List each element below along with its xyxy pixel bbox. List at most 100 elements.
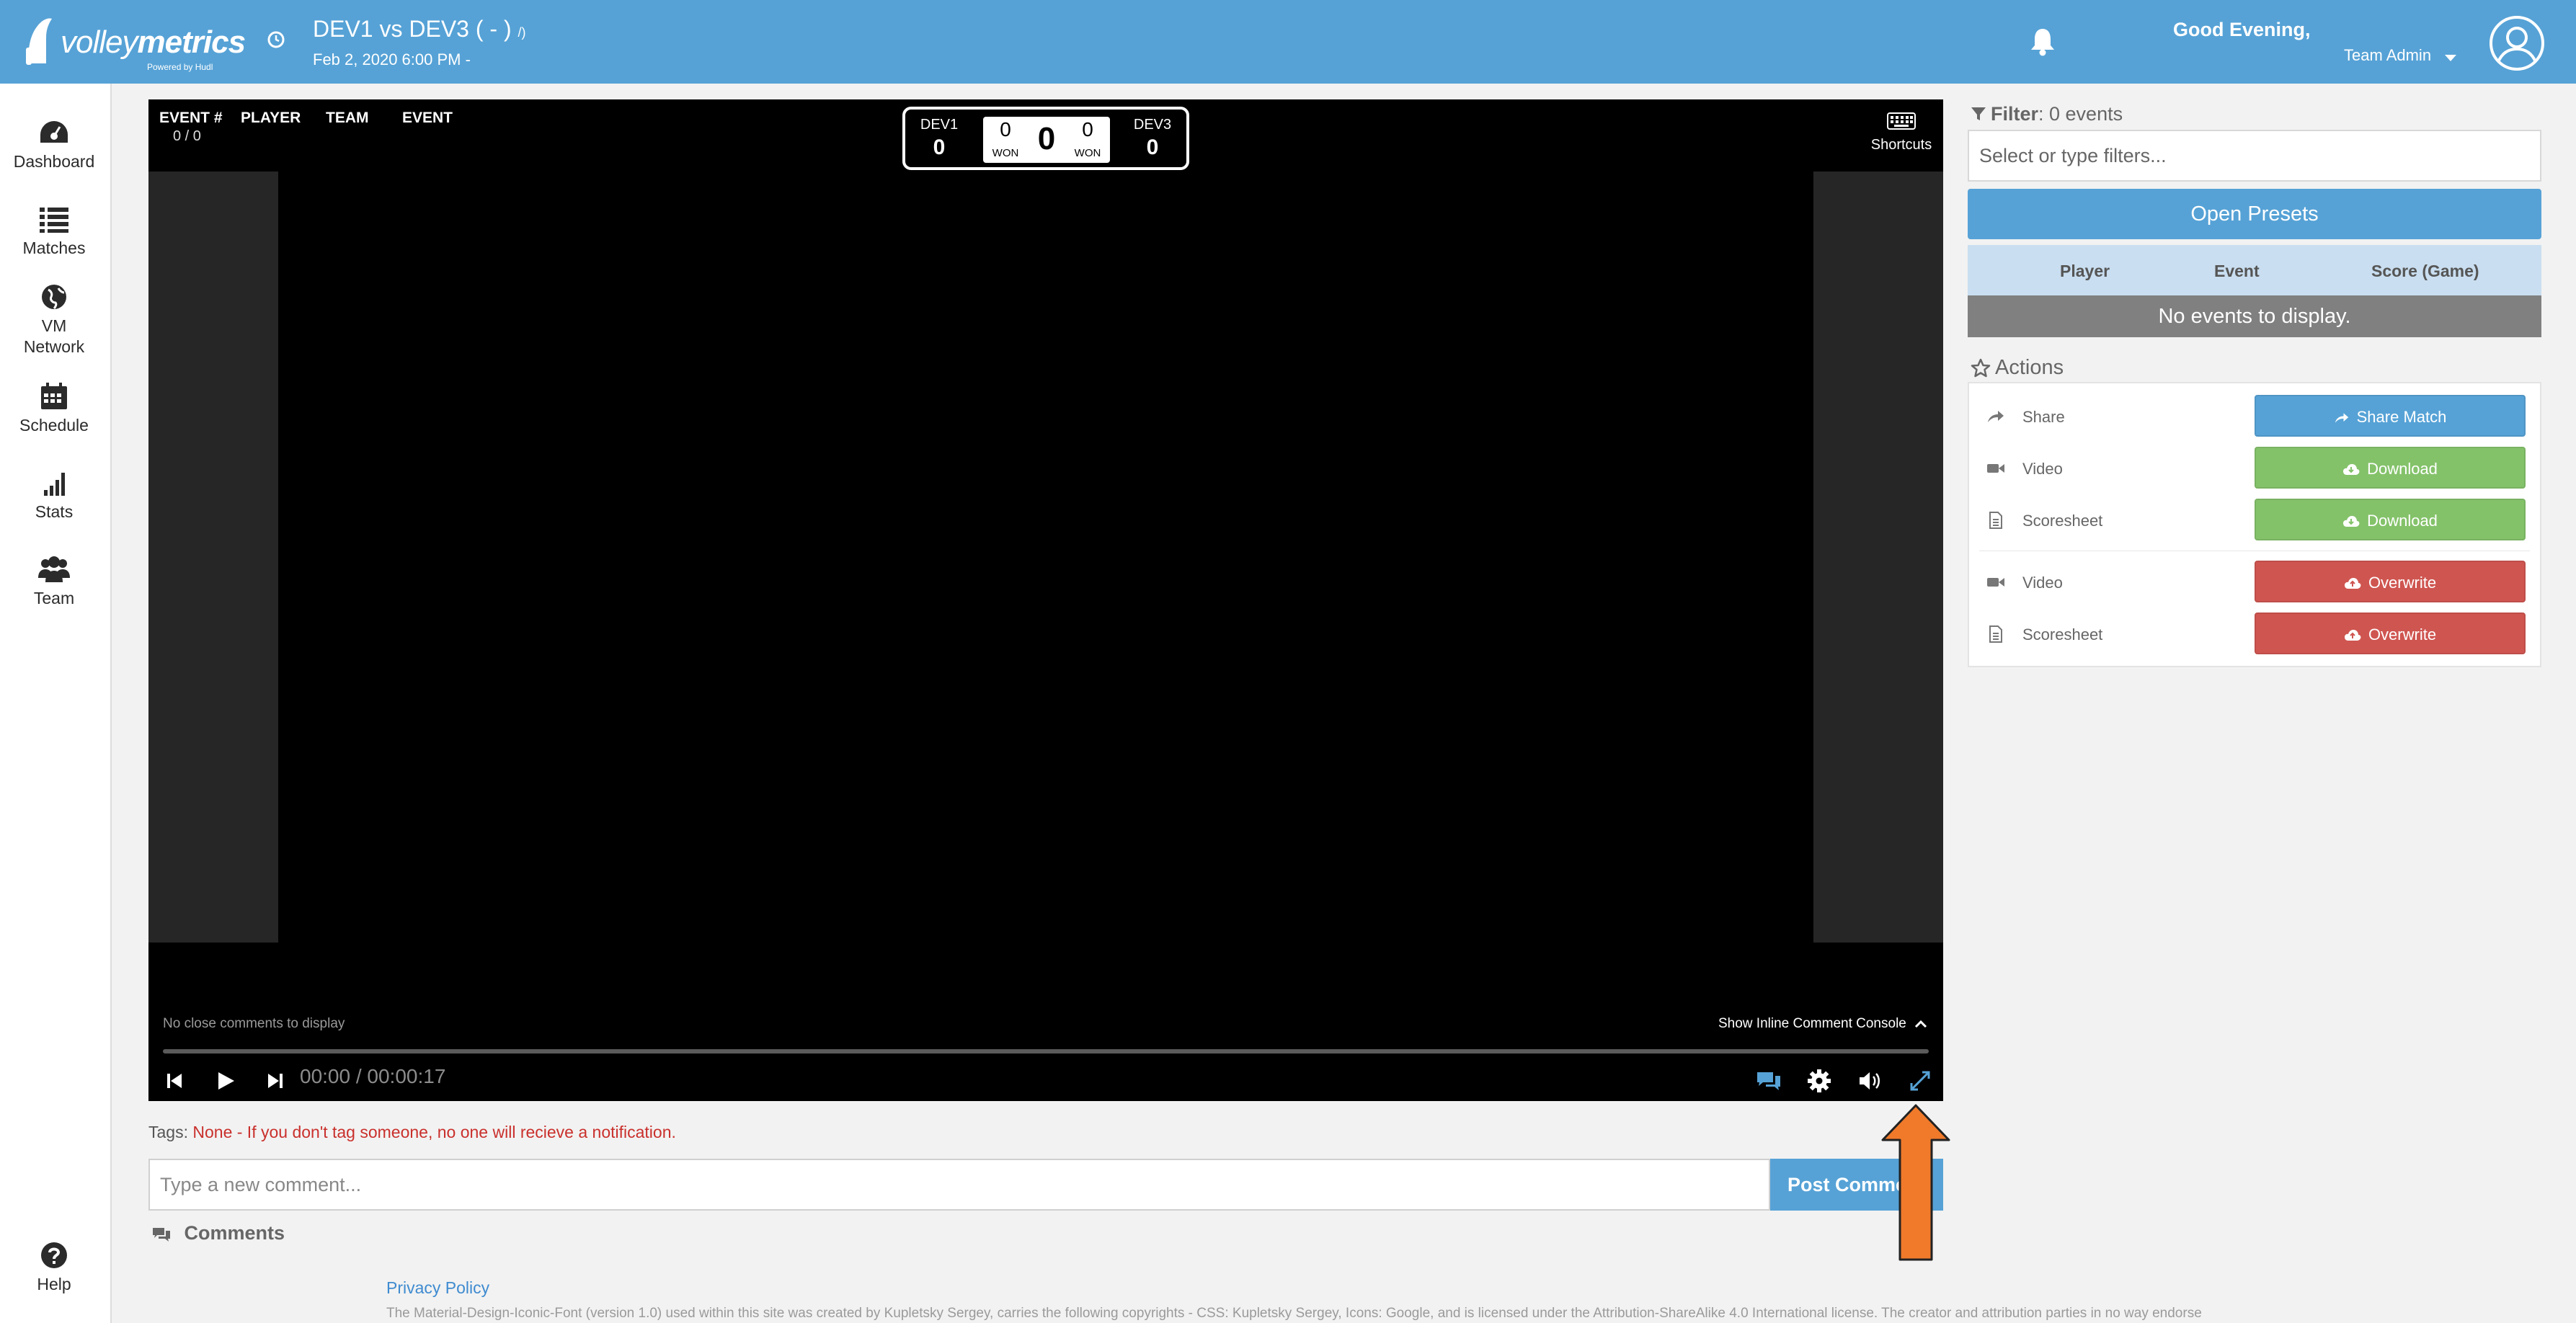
team-left-points: 0 <box>933 135 946 159</box>
sidebar-item-matches[interactable]: Matches <box>0 205 108 259</box>
share-icon <box>1988 411 2004 422</box>
match-title-mark: /) <box>518 25 526 40</box>
sidebar-item-label: Matches <box>22 239 86 257</box>
actions-label: Actions <box>1995 356 2064 379</box>
events-table-header: Player Event Score (Game) <box>1968 245 2541 295</box>
help-icon <box>41 1242 67 1268</box>
video-left-pane <box>148 172 278 943</box>
team-right-name: DEV3 <box>1133 117 1172 133</box>
sidebar-item-schedule[interactable]: Schedule <box>0 382 108 436</box>
match-title-text: DEV1 vs DEV3 ( - ) <box>313 16 512 42</box>
actions-title: Actions <box>1971 356 2064 380</box>
match-title: DEV1 vs DEV3 ( - ) /) <box>313 16 526 43</box>
globe-icon <box>42 285 66 310</box>
action-label: Video <box>2022 460 2063 478</box>
user-role-menu[interactable]: Team Admin <box>2344 46 2431 65</box>
header-player[interactable]: PLAYER <box>241 110 301 127</box>
dashboard-icon <box>40 121 68 143</box>
shortcuts-button[interactable]: Shortcuts <box>1865 112 1937 153</box>
comments-icon <box>153 1227 170 1242</box>
progress-bar[interactable] <box>163 1049 1929 1054</box>
signal-bars-icon <box>44 473 65 496</box>
header-team[interactable]: TEAM <box>326 110 369 127</box>
sidebar-item-help[interactable]: Help <box>0 1241 108 1295</box>
actions-panel: Share Share Match Video Download Scoresh… <box>1968 382 2541 667</box>
left-won-label: WON <box>992 147 1019 159</box>
button-label: Overwrite <box>2368 625 2437 643</box>
column-event[interactable]: Event <box>2214 262 2260 281</box>
button-label: Overwrite <box>2368 574 2437 592</box>
open-presets-button[interactable]: Open Presets <box>1968 189 2541 239</box>
action-row-scoresheet-overwrite: Scoresheet Overwrite <box>1969 612 2540 656</box>
volleymetrics-logo-mark-icon <box>26 18 52 65</box>
sidebar-item-stats[interactable]: Stats <box>0 468 108 522</box>
document-icon <box>1989 512 2002 529</box>
filter-label: Filter <box>1991 103 2039 125</box>
sidebar-item-team[interactable]: Team <box>0 555 108 609</box>
comment-input[interactable] <box>148 1159 1770 1211</box>
skip-back-icon[interactable] <box>159 1065 190 1097</box>
overwrite-video-button[interactable]: Overwrite <box>2255 561 2526 602</box>
video-player[interactable]: EVENT # PLAYER TEAM EVENT 0 / 0 DEV1 0 0… <box>148 99 1943 1101</box>
clock-icon[interactable] <box>267 30 285 49</box>
header-event-number[interactable]: EVENT # <box>159 110 223 127</box>
sidebar-item-dashboard[interactable]: Dashboard <box>0 118 108 172</box>
gear-icon[interactable] <box>1803 1065 1835 1097</box>
cloud-download-icon <box>2343 516 2360 527</box>
cloud-upload-icon <box>2344 630 2361 641</box>
column-score-game[interactable]: Score (Game) <box>2371 262 2479 281</box>
sidebar-item-vm-network[interactable]: VM Network <box>0 282 108 357</box>
brand-wordmark: volleymetrics <box>61 24 246 61</box>
event-counter: 0 / 0 <box>173 128 201 144</box>
team-right-points: 0 <box>1146 135 1159 159</box>
action-label: Share <box>2022 408 2065 426</box>
column-player[interactable]: Player <box>2060 262 2110 281</box>
video-camera-icon <box>1987 578 2004 587</box>
document-icon <box>1989 625 2002 643</box>
filter-icon <box>1971 107 1986 120</box>
bell-icon[interactable] <box>2029 26 2056 56</box>
inline-comment-console-toggle[interactable]: Show Inline Comment Console <box>1718 1016 1927 1032</box>
header-event[interactable]: EVENT <box>402 110 453 127</box>
group-icon <box>38 556 70 582</box>
volleymetrics-logo[interactable]: volleymetrics Powered by Hudl <box>25 10 246 72</box>
download-scoresheet-button[interactable]: Download <box>2255 499 2526 540</box>
filter-input[interactable] <box>1968 130 2541 182</box>
greeting: Good Evening, <box>2173 19 2311 40</box>
comments-header: Comments <box>151 1222 285 1244</box>
privacy-policy-link[interactable]: Privacy Policy <box>386 1278 489 1298</box>
copyright-notice: The Material-Design-Iconic-Font (version… <box>386 1306 2202 1321</box>
action-row-video-download: Video Download <box>1969 447 2540 490</box>
comments-title: Comments <box>184 1222 285 1244</box>
cloud-upload-icon <box>2344 578 2361 589</box>
action-label: Scoresheet <box>2022 512 2103 530</box>
comments-icon[interactable] <box>1753 1065 1785 1097</box>
inline-console-label: Show Inline Comment Console <box>1718 1016 1906 1031</box>
tags-label: Tags: <box>148 1123 188 1141</box>
user-avatar-icon[interactable] <box>2488 14 2546 72</box>
sidebar-item-label: VM Network <box>23 316 85 356</box>
tags-line: Tags: None - If you don't tag someone, n… <box>148 1123 676 1142</box>
play-icon[interactable] <box>209 1065 241 1097</box>
chevron-down-icon[interactable] <box>2445 55 2456 61</box>
right-sets-won: 0 <box>1082 118 1093 141</box>
video-right-pane <box>1813 172 1943 943</box>
volume-icon[interactable] <box>1854 1065 1886 1097</box>
overwrite-scoresheet-button[interactable]: Overwrite <box>2255 612 2526 654</box>
brand-prefix: volley <box>61 24 138 60</box>
download-video-button[interactable]: Download <box>2255 447 2526 489</box>
sidebar-item-label: Schedule <box>19 416 89 435</box>
fullscreen-icon[interactable] <box>1904 1065 1936 1097</box>
annotation-arrow-icon <box>1881 1104 1950 1261</box>
share-match-button[interactable]: Share Match <box>2255 395 2526 437</box>
events-empty-message: No events to display. <box>1968 295 2541 337</box>
scoreboard: DEV1 0 0 WON 0 0 WON DEV3 0 <box>902 107 1189 170</box>
tags-warning[interactable]: None - If you don't tag someone, no one … <box>192 1123 676 1141</box>
button-label: Download <box>2367 512 2438 530</box>
close-comments-text: No close comments to display <box>163 1016 345 1031</box>
team-left-name: DEV1 <box>920 117 959 133</box>
list-icon <box>40 208 68 233</box>
action-label: Video <box>2022 574 2063 592</box>
skip-forward-icon[interactable] <box>259 1065 291 1097</box>
sidebar-item-label: Team <box>33 589 75 607</box>
